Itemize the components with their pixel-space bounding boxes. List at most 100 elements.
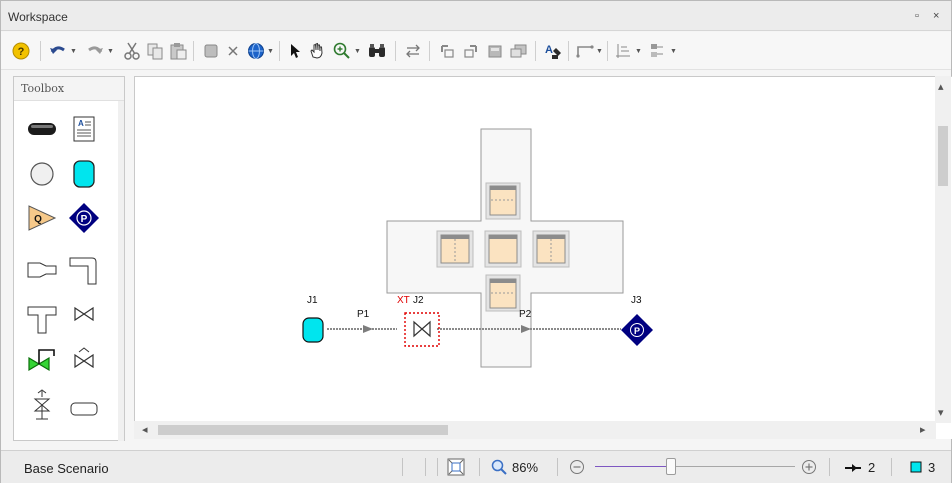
toolbar-separator <box>279 41 280 61</box>
toolbar-separator <box>40 41 41 61</box>
pipe-bend-icon[interactable] <box>575 41 595 61</box>
pipe-count: 2 <box>868 460 876 475</box>
control-valve-tool[interactable] <box>26 343 58 375</box>
relief-valve-tool[interactable] <box>26 389 58 421</box>
dock-target-bottom[interactable] <box>485 274 521 312</box>
junction-count: 3 <box>928 460 936 475</box>
reducer-tool[interactable] <box>26 254 58 286</box>
restore-button[interactable]: ▫ <box>915 10 919 22</box>
zoom-dropdown-icon[interactable]: ▼ <box>353 41 362 61</box>
redo-icon[interactable] <box>85 41 105 61</box>
status-separator <box>891 458 892 476</box>
dock-target-right[interactable] <box>532 230 570 268</box>
toolbar-separator <box>193 41 194 61</box>
svg-text:?: ? <box>18 46 25 58</box>
pan-hand-icon[interactable] <box>307 41 327 61</box>
globe-dropdown-icon[interactable]: ▼ <box>266 41 275 61</box>
annotation-icon[interactable]: A <box>543 41 563 61</box>
select-all-icon[interactable] <box>201 41 221 61</box>
status-separator <box>479 458 480 476</box>
annotation-tool[interactable]: A <box>68 113 100 145</box>
grid-dropdown-icon[interactable]: ▼ <box>634 41 643 61</box>
toolbar: ? ▼ ▼ ▼ ▼ A ▼ ▼ ▼ <box>1 32 951 70</box>
zoom-out-icon[interactable] <box>569 459 585 478</box>
scenario-name: Base Scenario <box>24 461 109 476</box>
delete-icon[interactable] <box>223 41 243 61</box>
scroll-left-icon[interactable]: ◂ <box>142 423 148 436</box>
pipe-p2-label: P2 <box>519 309 532 320</box>
redo-dropdown-icon[interactable]: ▼ <box>106 41 115 61</box>
close-button[interactable]: × <box>933 10 939 22</box>
zoom-level: 86% <box>512 460 539 475</box>
toolbox-scrollbar[interactable] <box>118 101 124 441</box>
junction-j3-pump[interactable]: P <box>621 314 653 346</box>
valve-tool[interactable] <box>68 298 100 330</box>
help-icon[interactable]: ? <box>11 41 31 61</box>
zoom-magnifier-icon[interactable] <box>491 459 507 478</box>
layout-dropdown-icon[interactable]: ▼ <box>669 41 678 61</box>
align-right-icon[interactable] <box>461 41 481 61</box>
svg-text:A: A <box>545 44 553 56</box>
undo-dropdown-icon[interactable]: ▼ <box>69 41 78 61</box>
zoom-icon[interactable] <box>332 41 352 61</box>
pointer-icon[interactable] <box>285 41 305 61</box>
toolbar-separator <box>395 41 396 61</box>
pump-symbol: P <box>634 326 640 336</box>
workspace-canvas[interactable]: P J1 XT J2 J3 P1 P2 <box>134 76 952 439</box>
tee-tool[interactable] <box>26 303 58 335</box>
pipe-p1-label: P1 <box>357 309 370 320</box>
bend-tool[interactable] <box>68 254 100 286</box>
dock-target-top[interactable] <box>485 182 521 220</box>
zoom-slider[interactable] <box>595 458 795 475</box>
junction-count-icon <box>910 461 922 476</box>
junction-j1-label: J1 <box>307 295 318 306</box>
status-bar: Base Scenario 86% 2 3 <box>1 450 951 483</box>
check-valve-tool[interactable] <box>68 343 100 375</box>
align-left-icon[interactable] <box>437 41 457 61</box>
reverse-icon[interactable] <box>403 41 423 61</box>
pump-tool[interactable]: P <box>68 202 100 234</box>
pipe-bend-dropdown-icon[interactable]: ▼ <box>595 41 604 61</box>
group-icon[interactable] <box>509 41 529 61</box>
status-separator <box>557 458 558 476</box>
junction-j2-label: J2 <box>413 295 424 306</box>
find-icon[interactable] <box>367 41 387 61</box>
scroll-right-icon[interactable]: ▸ <box>920 423 926 436</box>
fit-to-window-icon[interactable] <box>447 458 465 479</box>
junction-j1-tank[interactable] <box>302 317 324 343</box>
junction-tool[interactable] <box>26 158 58 190</box>
junction-j2-prefix: XT <box>397 295 410 306</box>
dead-end-tool[interactable] <box>68 393 100 425</box>
toolbox-panel: Toolbox A Q P <box>13 76 125 441</box>
title-bar: Workspace ▫ × <box>1 1 951 31</box>
scroll-up-icon[interactable]: ▴ <box>938 80 944 93</box>
scroll-down-icon[interactable]: ▾ <box>938 406 944 419</box>
lock-icon[interactable] <box>485 41 505 61</box>
workspace-window: Workspace ▫ × ? ▼ ▼ ▼ ▼ A ▼ ▼ ▼ Toolbox … <box>0 0 952 483</box>
horizontal-scrollbar[interactable]: ◂ ▸ <box>134 421 936 439</box>
toolbar-separator <box>607 41 608 61</box>
undo-icon[interactable] <box>48 41 68 61</box>
layout-icon[interactable] <box>648 41 668 61</box>
grid-icon[interactable] <box>613 41 633 61</box>
zoom-slider-thumb[interactable] <box>666 458 676 475</box>
cut-icon[interactable] <box>122 41 142 61</box>
assigned-flow-tool[interactable]: Q <box>26 202 58 234</box>
paste-icon[interactable] <box>168 41 188 61</box>
globe-icon[interactable] <box>246 41 266 61</box>
junction-j2-valve[interactable] <box>404 312 440 347</box>
svg-text:A: A <box>78 119 84 128</box>
vertical-scrollbar[interactable]: ▴ ▾ <box>935 76 951 423</box>
pipe-tool[interactable] <box>26 113 58 145</box>
window-title: Workspace <box>8 10 68 24</box>
status-separator <box>437 458 438 476</box>
vertical-scroll-thumb[interactable] <box>938 126 948 186</box>
dock-target-left[interactable] <box>436 230 474 268</box>
dock-target-center[interactable] <box>484 230 522 268</box>
horizontal-scroll-thumb[interactable] <box>158 425 448 435</box>
pipe-p1-arrow <box>363 325 373 333</box>
zoom-in-icon[interactable] <box>801 459 817 478</box>
tank-tool[interactable] <box>68 158 100 190</box>
copy-icon[interactable] <box>145 41 165 61</box>
toolbox-title: Toolbox <box>14 77 124 101</box>
